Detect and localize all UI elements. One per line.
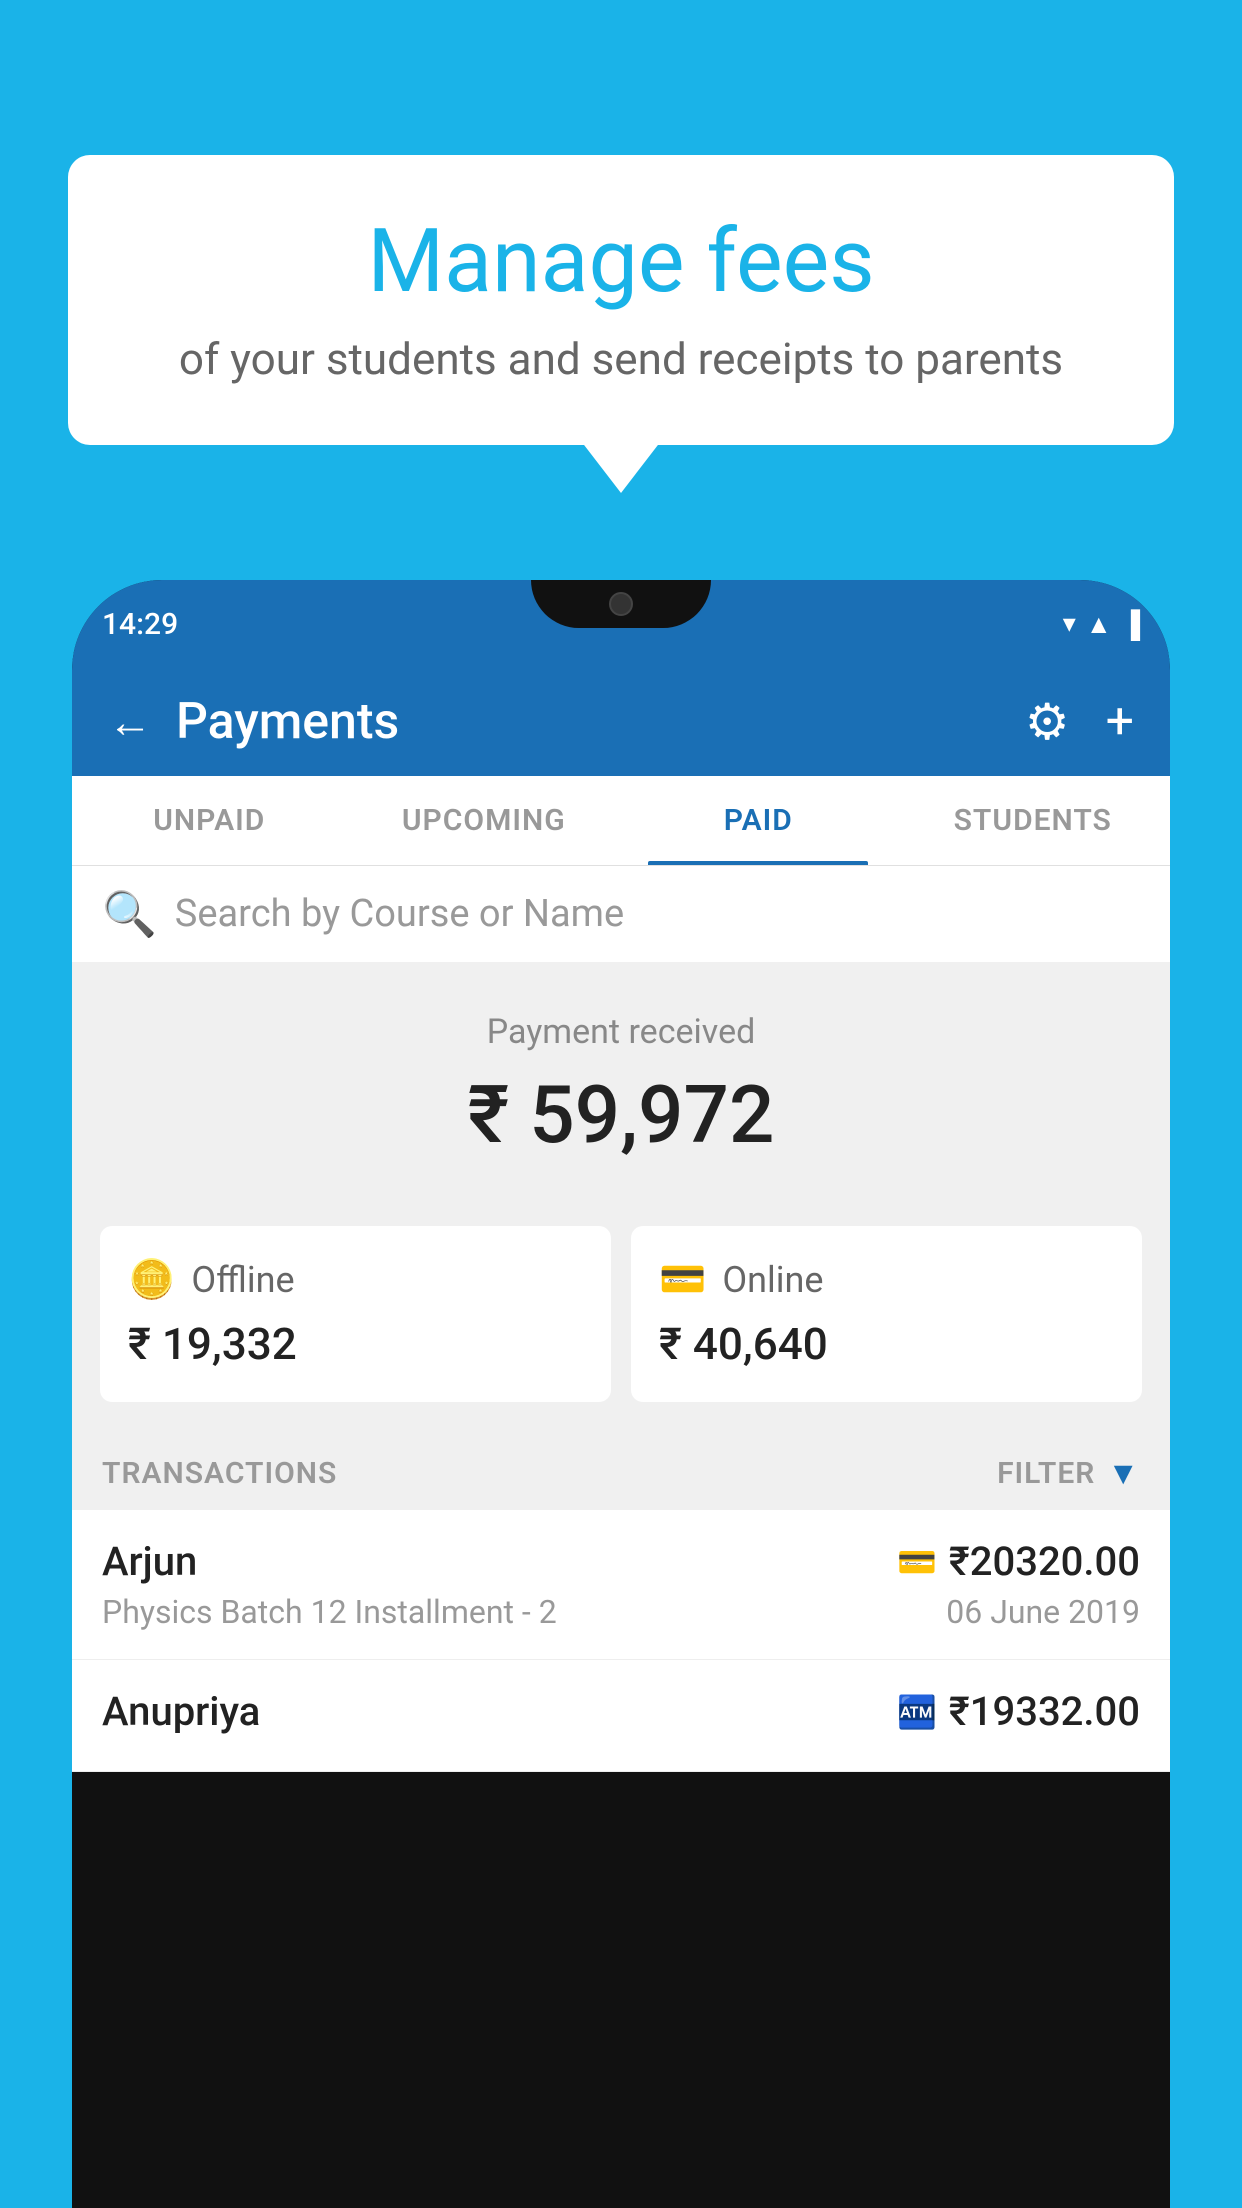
bubble-title: Manage fees [128, 210, 1114, 313]
student-name: Anupriya [102, 1688, 260, 1735]
filter-label: FILTER [997, 1456, 1095, 1491]
online-card: 💳 Online ₹ 40,640 [631, 1226, 1142, 1402]
tab-bar: UNPAID UPCOMING PAID STUDENTS [72, 776, 1170, 866]
front-camera [609, 592, 633, 616]
transaction-amount-row: 💳 ₹20320.00 [897, 1538, 1140, 1585]
phone-notch [531, 580, 711, 628]
tab-paid[interactable]: PAID [621, 776, 896, 865]
offline-card: 🪙 Offline ₹ 19,332 [100, 1226, 611, 1402]
online-amount: ₹ 40,640 [659, 1318, 1114, 1370]
screen-content: 🔍 Search by Course or Name Payment recei… [72, 866, 1170, 1772]
transactions-header: TRANSACTIONS FILTER ▼ [72, 1426, 1170, 1510]
transaction-row[interactable]: Anupriya 🏧 ₹19332.00 [72, 1660, 1170, 1772]
wifi-icon: ▾ [1063, 609, 1076, 639]
tab-students[interactable]: STUDENTS [896, 776, 1171, 865]
tab-upcoming[interactable]: UPCOMING [347, 776, 622, 865]
status-icons: ▾ ▲ ▐ [1063, 609, 1140, 640]
filter-icon: ▼ [1107, 1454, 1140, 1492]
online-card-header: 💳 Online [659, 1258, 1114, 1302]
header-left: ← Payments [108, 693, 399, 751]
wallet-payment-icon: 🏧 [897, 1693, 937, 1731]
app-header: ← Payments ⚙ + [72, 668, 1170, 776]
status-bar: 14:29 ▾ ▲ ▐ [72, 580, 1170, 668]
payment-cards: 🪙 Offline ₹ 19,332 💳 Online ₹ 40,640 [72, 1202, 1170, 1426]
transaction-amount-row: 🏧 ₹19332.00 [897, 1688, 1140, 1735]
battery-icon: ▐ [1122, 609, 1140, 640]
card-payment-icon: 💳 [897, 1543, 937, 1581]
transaction-amount: ₹19332.00 [949, 1688, 1140, 1735]
total-amount: ₹ 59,972 [102, 1068, 1140, 1162]
search-placeholder: Search by Course or Name [175, 892, 624, 936]
speech-bubble: Manage fees of your students and send re… [68, 155, 1174, 445]
transaction-row[interactable]: Arjun 💳 ₹20320.00 Physics Batch 12 Insta… [72, 1510, 1170, 1660]
bubble-subtitle: of your students and send receipts to pa… [128, 333, 1114, 385]
signal-icon: ▲ [1086, 609, 1112, 640]
filter-button[interactable]: FILTER ▼ [997, 1454, 1140, 1492]
tab-unpaid[interactable]: UNPAID [72, 776, 347, 865]
header-right: ⚙ + [1025, 693, 1134, 752]
add-icon[interactable]: + [1106, 693, 1134, 751]
transaction-top: Anupriya 🏧 ₹19332.00 [102, 1688, 1140, 1735]
phone-frame: 14:29 ▾ ▲ ▐ ← Payments ⚙ + UNPAID UPCOMI… [72, 580, 1170, 2208]
payment-received-label: Payment received [102, 1012, 1140, 1052]
settings-icon[interactable]: ⚙ [1025, 693, 1070, 752]
status-time: 14:29 [102, 607, 178, 642]
offline-icon: 🪙 [128, 1258, 175, 1302]
online-icon: 💳 [659, 1258, 706, 1302]
transaction-bottom: Physics Batch 12 Installment - 2 06 June… [102, 1593, 1140, 1631]
transactions-label: TRANSACTIONS [102, 1456, 337, 1491]
transaction-date: 06 June 2019 [946, 1593, 1140, 1631]
search-icon: 🔍 [102, 888, 157, 940]
payment-summary: Payment received ₹ 59,972 [72, 962, 1170, 1202]
offline-label: Offline [191, 1259, 294, 1301]
course-info: Physics Batch 12 Installment - 2 [102, 1593, 557, 1631]
back-button[interactable]: ← [108, 700, 152, 744]
offline-card-header: 🪙 Offline [128, 1258, 583, 1302]
search-bar[interactable]: 🔍 Search by Course or Name [72, 866, 1170, 962]
online-label: Online [722, 1259, 823, 1301]
student-name: Arjun [102, 1538, 197, 1585]
transaction-top: Arjun 💳 ₹20320.00 [102, 1538, 1140, 1585]
offline-amount: ₹ 19,332 [128, 1318, 583, 1370]
header-title: Payments [176, 693, 399, 751]
transaction-amount: ₹20320.00 [949, 1538, 1140, 1585]
